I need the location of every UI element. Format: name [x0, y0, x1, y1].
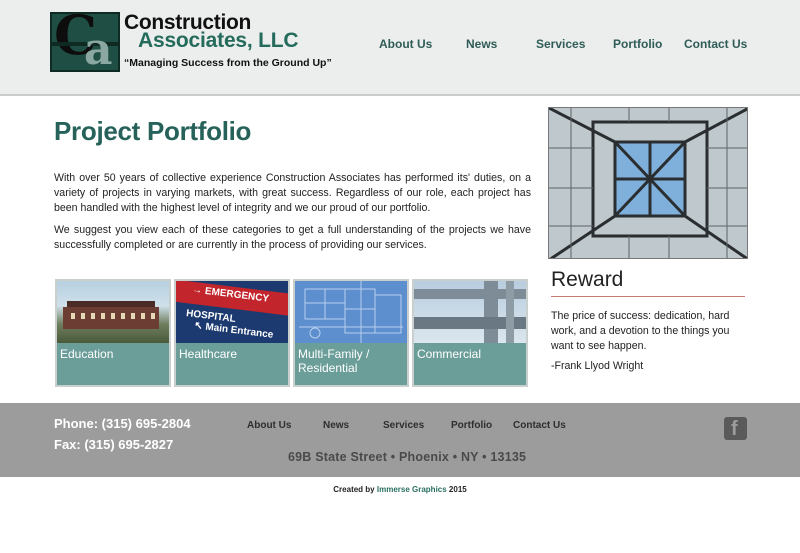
nav-services[interactable]: Services [536, 37, 585, 51]
photo-window [111, 313, 115, 319]
footer-nav-contact-us[interactable]: Contact Us [513, 420, 566, 431]
reward-title: Reward [551, 268, 624, 291]
nav-contact-us[interactable]: Contact Us [684, 37, 747, 51]
blueprint-lines [299, 281, 403, 343]
hospital-emergency-sign-photo: → EMERGENCY HOSPITAL ↖ Main Entrance [176, 281, 288, 343]
tile-label[interactable]: Multi-Family / Residential [298, 347, 406, 375]
tile-multi-family-residential[interactable]: Multi-Family / Residential [293, 279, 409, 387]
nav-news[interactable]: News [466, 37, 497, 51]
intro-paragraph: With over 50 years of collective experie… [54, 172, 531, 214]
tile-label[interactable]: Education [60, 347, 168, 361]
site-header: C a Construction Associates, LLC “Managi… [0, 0, 800, 96]
glass-skylight-photo [548, 107, 748, 259]
photo-window [91, 313, 95, 319]
blueprint-photo [295, 281, 407, 343]
tile-healthcare[interactable]: → EMERGENCY HOSPITAL ↖ Main Entrance Hea… [174, 279, 290, 387]
facebook-glyph: f [731, 418, 738, 440]
footer-nav-about-us[interactable]: About Us [247, 420, 291, 431]
nav-about-us[interactable]: About Us [379, 37, 432, 51]
reward-author: -Frank Llyod Wright [551, 360, 644, 372]
reward-quote: The price of success: dedication, hard w… [551, 310, 730, 352]
tile-commercial[interactable]: Commercial [412, 279, 528, 387]
brand-name-line2[interactable]: Associates, LLC [138, 29, 299, 53]
brand-tagline: “Managing Success from the Ground Up” [124, 57, 332, 69]
steel-beam-photo [414, 281, 526, 343]
photo-window [151, 313, 155, 319]
footer-nav-news[interactable]: News [323, 420, 349, 431]
photo-window [121, 313, 125, 319]
tile-education[interactable]: Education [55, 279, 171, 387]
facebook-icon[interactable]: f [724, 417, 747, 440]
photo-window [81, 313, 85, 319]
categories-paragraph: We suggest you view each of these catego… [54, 224, 531, 251]
credit-prefix: Created by [333, 485, 375, 494]
photo-window [131, 313, 135, 319]
photo-window [71, 313, 75, 319]
footer-nav-services[interactable]: Services [383, 420, 424, 431]
photo-beam [506, 281, 514, 343]
footer-nav-portfolio[interactable]: Portfolio [451, 420, 492, 431]
credit-link[interactable]: Immerse Graphics [377, 485, 447, 494]
photo-window [141, 313, 145, 319]
nav-portfolio[interactable]: Portfolio [613, 37, 662, 51]
campus-building-photo [57, 281, 169, 343]
logo-letter-a: a [84, 24, 113, 72]
page-title: Project Portfolio [54, 116, 252, 146]
tile-label[interactable]: Commercial [417, 347, 525, 361]
photo-window [101, 313, 105, 319]
photo-beam [484, 281, 498, 343]
logo-mark[interactable]: C a [50, 12, 120, 72]
site-credit: Created by Immerse Graphics 2015 [0, 485, 800, 494]
footer-fax: Fax: (315) 695-2827 [54, 437, 174, 452]
footer-address: 69B State Street • Phoenix • NY • 13135 [288, 450, 527, 464]
reward-divider [551, 296, 745, 297]
skylight-drawing [549, 108, 747, 258]
tile-label[interactable]: Healthcare [179, 347, 287, 361]
credit-year: 2015 [448, 485, 467, 494]
footer-phone[interactable]: Phone: (315) 695-2804 [54, 416, 191, 431]
